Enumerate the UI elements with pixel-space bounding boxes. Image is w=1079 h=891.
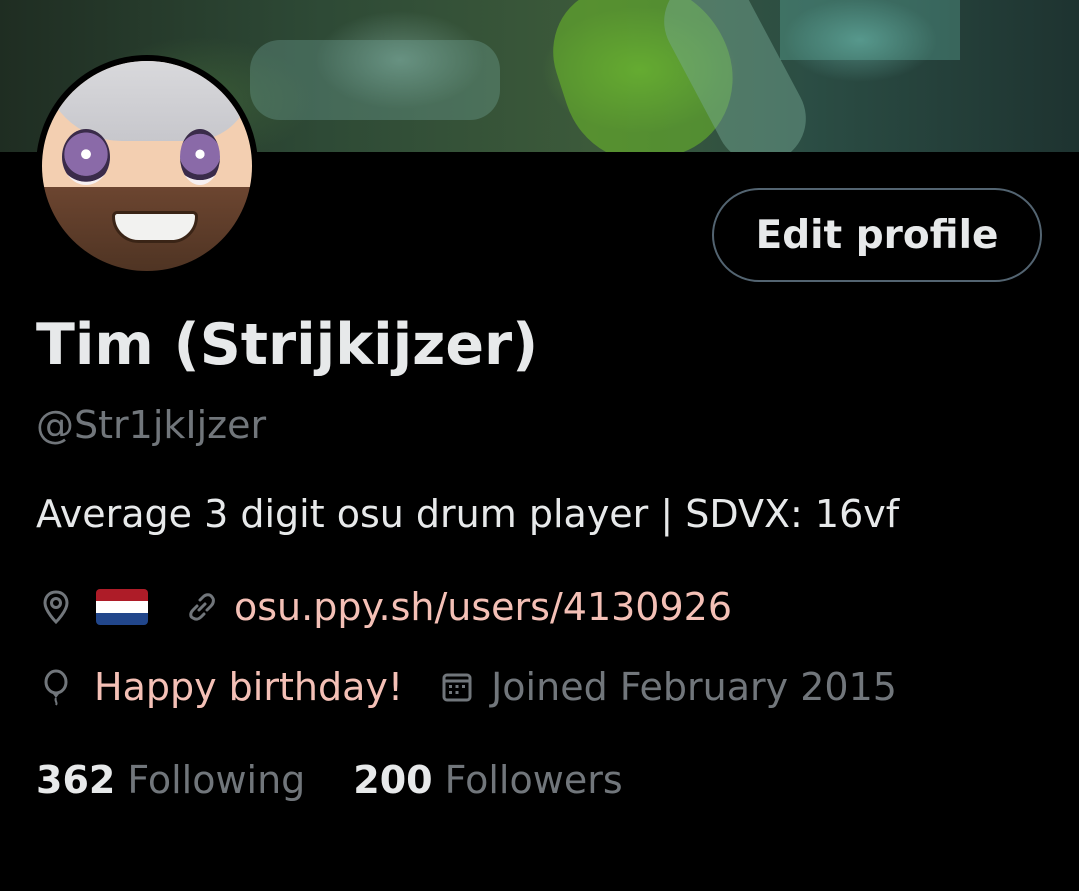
banner-shape (780, 0, 960, 60)
avatar-image (42, 61, 252, 271)
following-link[interactable]: 362 Following (36, 758, 305, 802)
follow-stats: 362 Following 200 Followers (36, 758, 623, 802)
avatar-eye (62, 129, 110, 185)
followers-link[interactable]: 200 Followers (353, 758, 622, 802)
bio: Average 3 digit osu drum player | SDVX: … (36, 492, 900, 536)
followers-count: 200 (353, 758, 433, 802)
edit-profile-button[interactable]: Edit profile (712, 188, 1042, 282)
avatar-hair (42, 61, 252, 141)
avatar[interactable] (36, 55, 258, 277)
joined-date: Joined February 2015 (491, 665, 897, 709)
netherlands-flag-icon (96, 589, 148, 625)
link-icon (182, 587, 222, 627)
location-icon (36, 587, 76, 627)
followers-label: Followers (444, 758, 623, 802)
avatar-mouth (112, 211, 198, 243)
calendar-icon (437, 667, 477, 707)
banner-shape (250, 40, 500, 120)
website-link[interactable]: osu.ppy.sh/users/4130926 (234, 585, 732, 629)
balloon-icon (36, 667, 76, 707)
avatar-eye (180, 129, 220, 185)
profile-meta-row: Happy birthday! Joined February 2015 (36, 665, 897, 709)
user-handle: @Str1jkIjzer (36, 403, 267, 447)
birthday-text: Happy birthday! (94, 665, 404, 709)
following-label: Following (127, 758, 306, 802)
following-count: 362 (36, 758, 116, 802)
profile-meta-row: osu.ppy.sh/users/4130926 (36, 585, 732, 629)
display-name: Tim (Strijkijzer) (36, 312, 539, 378)
